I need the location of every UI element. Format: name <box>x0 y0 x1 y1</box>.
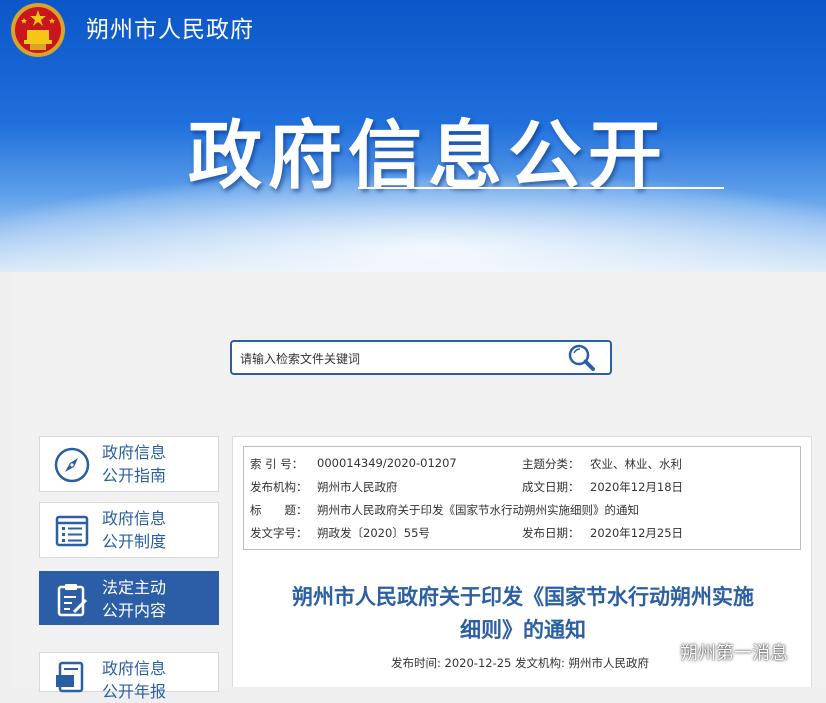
meta-created-value: 2020年12月18日 <box>590 480 684 494</box>
search-box <box>230 340 612 375</box>
nav-item-label: 政府信息 公开年报 <box>102 659 167 701</box>
banner-title-underline <box>358 187 724 189</box>
list-document-icon <box>55 515 89 547</box>
document-title: 朔州市人民政府关于印发《国家节水行动朔州实施 细则》的通知 <box>292 585 754 642</box>
meta-pubdate-label: 发布日期： <box>522 526 580 540</box>
nav-item-label: 法定主动 公开内容 <box>102 578 167 620</box>
search-input[interactable] <box>238 348 562 370</box>
meta-index-value: 000014349/2020-01207 <box>317 456 457 470</box>
meta-docno-label: 发文字号： <box>250 526 308 540</box>
nav-item-label: 政府信息 公开指南 <box>102 443 167 485</box>
clipboard-edit-icon <box>57 584 88 617</box>
wechat-icon <box>655 642 677 661</box>
meta-index-label: 索 引 号： <box>250 457 304 471</box>
nav-item-statutory[interactable]: 法定主动 公开内容 <box>39 571 219 625</box>
meta-topic-label: 主题分类： <box>522 457 580 471</box>
nav-item-system[interactable]: 政府信息 公开制度 <box>39 502 219 558</box>
meta-pubdate-value: 2020年12月25日 <box>590 526 684 540</box>
header-banner: 朔州市人民政府 政府信息公开 <box>0 0 826 272</box>
report-icon <box>56 661 84 693</box>
nav-item-guide[interactable]: 政府信息 公开指南 <box>39 436 219 492</box>
meta-issuer-value: 朔州市人民政府 <box>317 480 398 494</box>
document-publish-info: 发布时间: 2020-12-25 发文机构: 朔州市人民政府 <box>391 656 650 670</box>
nav-item-label: 政府信息 公开制度 <box>102 509 167 551</box>
nav-item-annual-report[interactable]: 政府信息 公开年报 <box>39 652 219 701</box>
national-emblem-icon <box>11 3 65 57</box>
site-name[interactable]: 朔州市人民政府 <box>86 10 254 44</box>
compass-icon <box>54 447 90 483</box>
meta-title-label: 标 题： <box>250 503 308 517</box>
meta-issuer-label: 发布机构： <box>250 480 308 494</box>
watermark-text: 朔州第一消息 <box>680 643 788 664</box>
meta-topic-value: 农业、林业、水利 <box>590 457 682 471</box>
meta-title-value: 朔州市人民政府关于印发《国家节水行动朔州实施细则》的通知 <box>317 503 639 517</box>
document-metadata-table: 索 引 号： 000014349/2020-01207 主题分类： 农业、林业、… <box>243 446 801 550</box>
meta-created-label: 成文日期： <box>522 480 580 494</box>
meta-docno-value: 朔政发〔2020〕55号 <box>317 526 430 540</box>
search-icon[interactable] <box>566 343 598 373</box>
